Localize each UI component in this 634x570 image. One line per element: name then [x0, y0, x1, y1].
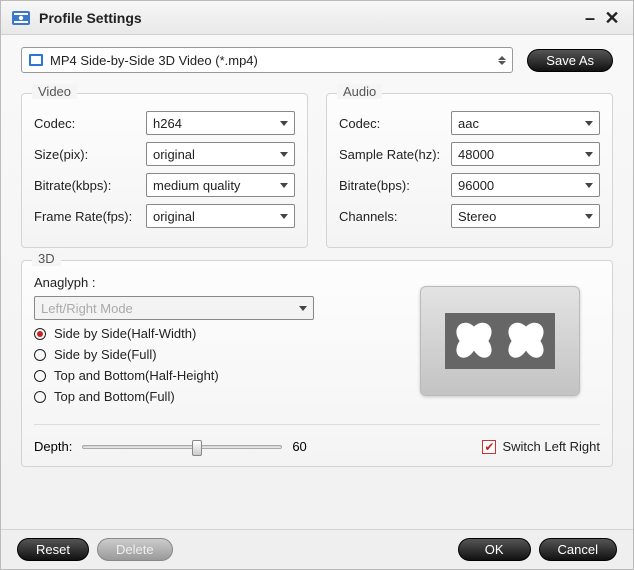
reset-button[interactable]: Reset	[17, 538, 89, 561]
audio-group-title: Audio	[337, 84, 382, 99]
checkbox-icon: ✔	[482, 440, 496, 454]
mp4-icon	[28, 52, 44, 68]
audio-group: Audio Codec: aac Sample Rate(hz): 48000 …	[326, 93, 613, 248]
chevron-down-icon	[585, 183, 593, 188]
save-as-button[interactable]: Save As	[527, 49, 613, 72]
audio-bitrate-label: Bitrate(bps):	[339, 178, 451, 193]
3d-group-title: 3D	[32, 251, 61, 266]
titlebar: Profile Settings – ✕	[1, 1, 633, 35]
3d-group: 3D Anaglyph : Left/Right Mode Side by Si…	[21, 260, 613, 467]
profile-select-text: MP4 Side-by-Side 3D Video (*.mp4)	[50, 53, 494, 68]
mode-radio-tab-full[interactable]: Top and Bottom(Full)	[34, 389, 400, 404]
audio-codec-select[interactable]: aac	[451, 111, 600, 135]
chevron-down-icon	[280, 121, 288, 126]
video-size-label: Size(pix):	[34, 147, 146, 162]
video-codec-label: Codec:	[34, 116, 146, 131]
chevron-down-icon	[585, 152, 593, 157]
delete-button: Delete	[97, 538, 173, 561]
chevron-down-icon	[299, 306, 307, 311]
app-icon	[11, 8, 31, 28]
video-group-title: Video	[32, 84, 77, 99]
video-bitrate-select[interactable]: medium quality	[146, 173, 295, 197]
radio-icon	[34, 391, 46, 403]
depth-label: Depth:	[34, 439, 72, 454]
butterfly-right-icon	[500, 317, 552, 365]
anaglyph-label: Anaglyph :	[34, 275, 400, 290]
video-bitrate-label: Bitrate(kbps):	[34, 178, 146, 193]
chevron-down-icon	[280, 214, 288, 219]
anaglyph-select[interactable]: Left/Right Mode	[34, 296, 314, 320]
radio-icon	[34, 328, 46, 340]
minimize-button[interactable]: –	[579, 7, 601, 29]
chevron-down-icon	[280, 183, 288, 188]
depth-slider[interactable]	[82, 445, 282, 449]
video-framerate-label: Frame Rate(fps):	[34, 209, 146, 224]
profile-settings-window: Profile Settings – ✕ MP4 Side-by-Side 3D…	[0, 0, 634, 570]
profile-select[interactable]: MP4 Side-by-Side 3D Video (*.mp4)	[21, 47, 513, 73]
audio-channels-label: Channels:	[339, 209, 451, 224]
audio-bitrate-select[interactable]: 96000	[451, 173, 600, 197]
video-framerate-select[interactable]: original	[146, 204, 295, 228]
radio-icon	[34, 370, 46, 382]
audio-codec-label: Codec:	[339, 116, 451, 131]
chevron-down-icon	[280, 152, 288, 157]
radio-icon	[34, 349, 46, 361]
audio-samplerate-select[interactable]: 48000	[451, 142, 600, 166]
video-size-select[interactable]: original	[146, 142, 295, 166]
audio-samplerate-label: Sample Rate(hz):	[339, 147, 451, 162]
mode-radio-sbs-half[interactable]: Side by Side(Half-Width)	[34, 326, 400, 341]
video-group: Video Codec: h264 Size(pix): original Bi…	[21, 93, 308, 248]
switch-left-right-checkbox[interactable]: ✔ Switch Left Right	[482, 439, 600, 454]
cancel-button[interactable]: Cancel	[539, 538, 617, 561]
chevron-down-icon	[585, 214, 593, 219]
spinner-icon	[498, 56, 506, 65]
mode-radio-tab-half[interactable]: Top and Bottom(Half-Height)	[34, 368, 400, 383]
audio-channels-select[interactable]: Stereo	[451, 204, 600, 228]
window-title: Profile Settings	[39, 10, 579, 26]
3d-preview	[420, 286, 580, 396]
video-codec-select[interactable]: h264	[146, 111, 295, 135]
chevron-down-icon	[585, 121, 593, 126]
butterfly-left-icon	[448, 317, 500, 365]
slider-thumb[interactable]	[192, 440, 202, 456]
depth-value: 60	[292, 439, 306, 454]
bottom-bar: Reset Delete OK Cancel	[1, 529, 633, 569]
ok-button[interactable]: OK	[458, 538, 531, 561]
mode-radio-sbs-full[interactable]: Side by Side(Full)	[34, 347, 400, 362]
close-button[interactable]: ✕	[601, 7, 623, 29]
